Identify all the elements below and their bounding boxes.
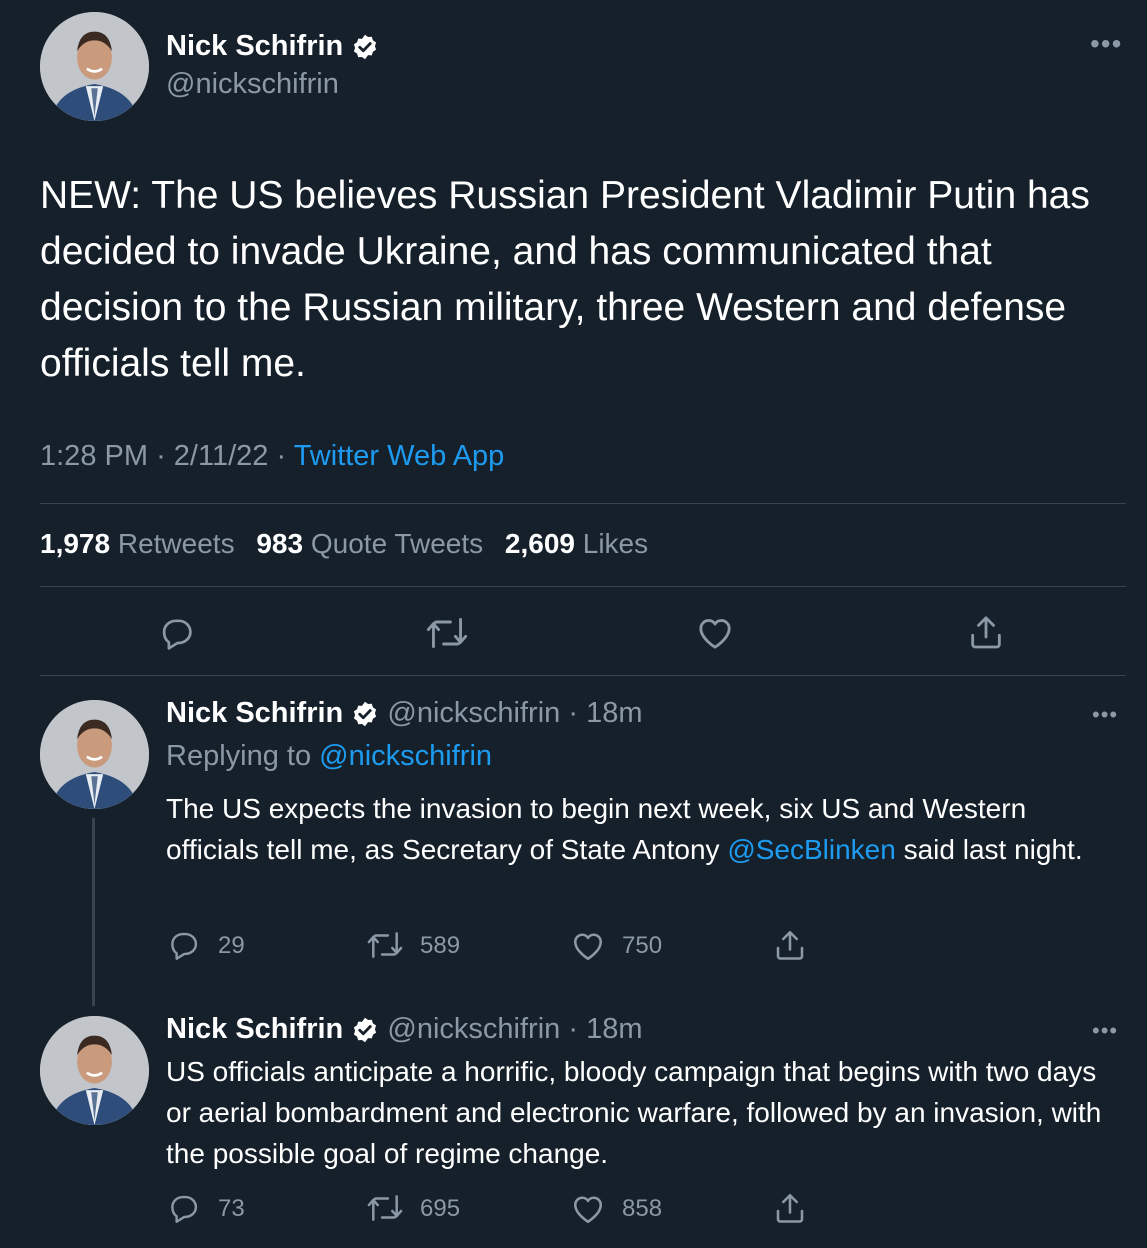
retweet-icon[interactable] xyxy=(366,928,404,962)
reply-header: Nick Schifrin @nickschifrin · 18m xyxy=(166,1013,643,1046)
likes-stat[interactable]: 2,609 Likes xyxy=(505,528,648,559)
like-count: 858 xyxy=(622,1195,663,1222)
likes-count: 2,609 xyxy=(504,528,575,559)
author-name-row[interactable]: Nick Schifrin xyxy=(166,30,379,63)
retweets-label: Retweets xyxy=(117,528,235,559)
more-icon[interactable]: ••• xyxy=(1092,1018,1118,1044)
author-name[interactable]: Nick Schifrin xyxy=(166,1013,343,1045)
retweet-count: 589 xyxy=(420,932,461,959)
avatar[interactable] xyxy=(40,12,149,121)
reply-icon[interactable] xyxy=(166,928,200,962)
tweet-source-link[interactable]: Twitter Web App xyxy=(294,440,505,472)
author-name[interactable]: Nick Schifrin xyxy=(166,30,343,62)
author-handle[interactable]: @nickschifrin xyxy=(387,697,560,729)
reply-header: Nick Schifrin @nickschifrin · 18m xyxy=(166,697,643,730)
mention-link[interactable]: @SecBlinken xyxy=(727,834,896,865)
quotes-count: 983 xyxy=(256,528,304,559)
share-icon[interactable] xyxy=(772,1190,808,1226)
quote-tweets-stat[interactable]: 983 Quote Tweets xyxy=(256,528,483,559)
replying-to-label: Replying to xyxy=(166,740,312,772)
share-icon[interactable] xyxy=(966,612,1006,652)
reply-text: US officials anticipate a horrific, bloo… xyxy=(166,1056,1102,1169)
more-icon[interactable]: ••• xyxy=(1092,702,1118,728)
author-handle[interactable]: @nickschifrin xyxy=(387,1013,560,1045)
avatar[interactable] xyxy=(40,700,149,809)
like-count: 750 xyxy=(622,932,663,959)
divider xyxy=(40,503,1126,504)
reply-text: The US expects the invasion to begin nex… xyxy=(166,788,1116,870)
tweet-stats: 1,978 Retweets 983 Quote Tweets 2,609 Li… xyxy=(40,528,662,560)
more-icon[interactable]: ••• xyxy=(1090,28,1122,60)
divider xyxy=(40,586,1126,587)
verified-badge-icon xyxy=(354,1018,377,1043)
verified-badge-icon xyxy=(354,702,377,727)
meta-separator: · xyxy=(568,697,579,729)
quotes-label: Quote Tweets xyxy=(310,528,484,559)
author-handle[interactable]: @nickschifrin xyxy=(166,68,339,101)
replying-to: Replying to @nickschifrin xyxy=(166,740,492,773)
retweets-count: 1,978 xyxy=(40,528,111,559)
reply-count: 29 xyxy=(218,932,245,959)
like-icon[interactable] xyxy=(570,1191,606,1227)
tweet-age[interactable]: 18m xyxy=(586,697,642,729)
replying-to-handle[interactable]: @nickschifrin xyxy=(319,740,492,772)
reply-text-end: said last night. xyxy=(895,834,1083,865)
divider xyxy=(40,675,1126,676)
share-icon[interactable] xyxy=(772,927,808,963)
thread-connector-line xyxy=(92,818,95,1006)
tweet-thread-page: Nick Schifrin @nickschifrin ••• NEW: The… xyxy=(0,0,1147,1248)
likes-label: Likes xyxy=(582,528,649,559)
tweet-time[interactable]: 1:28 PM xyxy=(40,440,148,472)
tweet-text: NEW: The US believes Russian President V… xyxy=(40,174,1090,385)
meta-separator: · xyxy=(276,440,287,472)
reply-icon[interactable] xyxy=(166,1191,200,1225)
meta-separator: · xyxy=(568,1013,579,1045)
verified-badge-icon xyxy=(354,35,377,60)
retweet-count: 695 xyxy=(420,1195,461,1222)
author-name[interactable]: Nick Schifrin xyxy=(166,697,343,729)
reply-icon[interactable] xyxy=(157,614,195,652)
retweet-icon[interactable] xyxy=(366,1191,404,1225)
meta-separator: · xyxy=(156,440,166,472)
retweet-icon[interactable] xyxy=(425,614,469,652)
like-icon[interactable] xyxy=(570,928,606,964)
reply-count: 73 xyxy=(218,1195,245,1222)
like-icon[interactable] xyxy=(695,613,735,653)
tweet-age[interactable]: 18m xyxy=(586,1013,642,1045)
tweet-meta: 1:28 PM · 2/11/22 · Twitter Web App xyxy=(40,440,504,473)
tweet-date[interactable]: 2/11/22 xyxy=(174,440,269,472)
avatar[interactable] xyxy=(40,1016,149,1125)
retweets-stat[interactable]: 1,978 Retweets xyxy=(40,528,235,559)
